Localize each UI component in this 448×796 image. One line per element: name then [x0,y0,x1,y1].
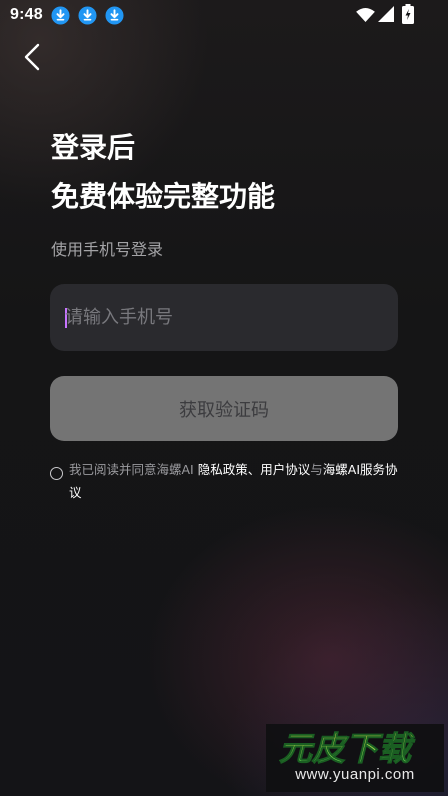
agreement-checkbox[interactable] [50,467,63,480]
user-agreement-link[interactable]: 用户协议 [260,462,310,477]
get-code-label: 获取验证码 [179,399,269,421]
page-title-line-1: 登录后 [51,131,136,164]
login-method-subtitle: 使用手机号登录 [51,240,164,259]
get-verification-code-button[interactable]: 获取验证码 [50,376,398,441]
agreement-conjunction: 与 [310,462,323,477]
watermark-logo-text: 元皮下载 [279,730,416,766]
page-title-line-2: 免费体验完整功能 [51,180,276,213]
status-time: 9:48 [10,6,43,23]
privacy-policy-link[interactable]: 隐私政策 [198,462,248,477]
site-watermark: 元皮下载 www.yuanpi.com [266,724,444,792]
download-icon [105,6,124,25]
battery-charging-icon [402,4,414,24]
agreement-prefix: 我已阅读并同意海螺AI [69,462,198,477]
wifi-icon [356,7,375,22]
phone-number-input[interactable] [65,284,385,351]
watermark-logo: 元皮下载 [279,730,417,766]
phone-number-field[interactable] [50,284,398,351]
download-icon [51,6,70,25]
agreement-separator: 、 [247,462,261,477]
signal-icon [378,6,394,22]
download-icon [78,6,97,25]
watermark-url: www.yuanpi.com [295,766,415,783]
status-bar: 9:48 [0,0,448,30]
agreement-text: 我已阅读并同意海螺AI 隐私政策、用户协议与海螺AI服务协议 [69,458,399,504]
back-button[interactable] [20,42,46,72]
